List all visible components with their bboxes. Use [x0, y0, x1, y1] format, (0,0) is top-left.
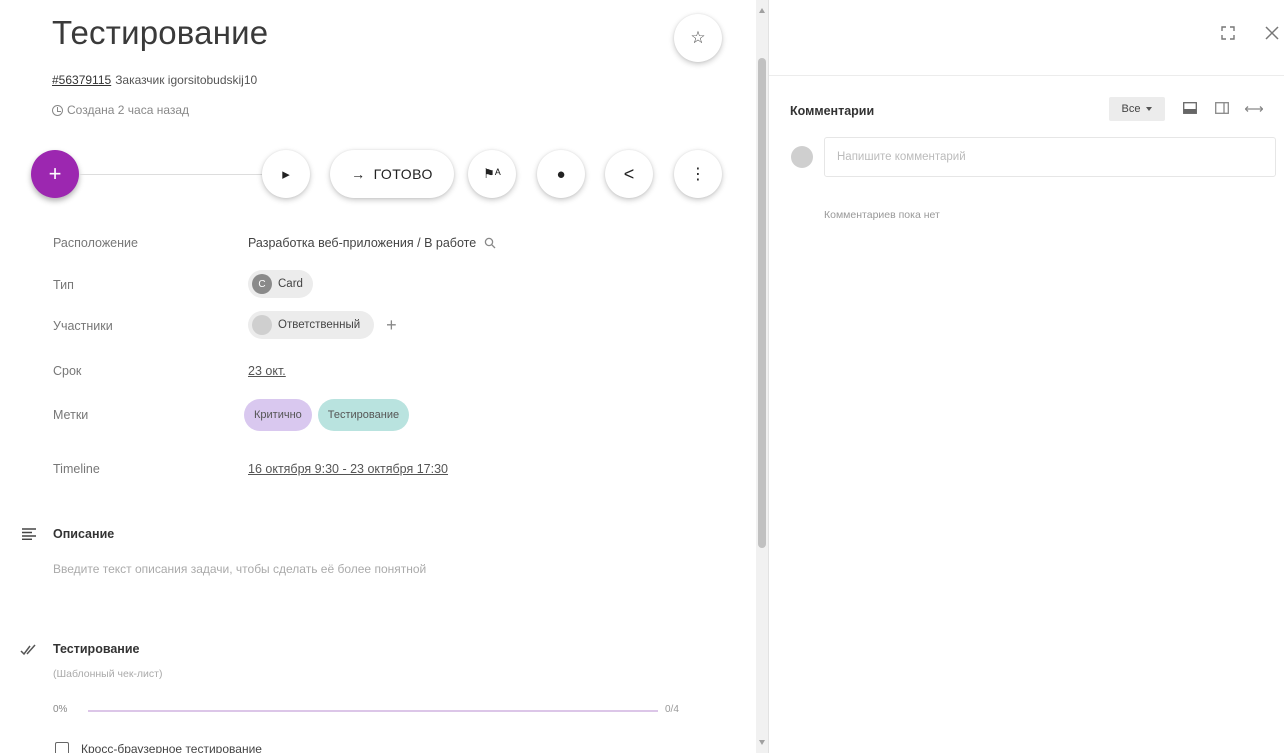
type-avatar: C [252, 274, 272, 294]
description-input[interactable]: Введите текст описания задачи, чтобы сде… [53, 562, 426, 576]
timeline-value[interactable]: 16 октября 9:30 - 23 октября 17:30 [248, 462, 448, 476]
members-label: Участники [53, 319, 113, 333]
collapse-panel-icon[interactable] [1245, 106, 1263, 112]
location-field[interactable]: Разработка веб-приложения / В работе [248, 236, 496, 250]
location-value: Разработка веб-приложения / В работе [248, 236, 477, 250]
close-icon[interactable] [1265, 26, 1279, 40]
tags-label: Метки [53, 408, 89, 422]
type-chip[interactable]: C Card [248, 270, 313, 298]
info-icon: ● [556, 165, 566, 183]
no-comments-text: Комментариев пока нет [824, 209, 940, 221]
side-panel-icon[interactable] [1215, 102, 1229, 114]
type-label: Тип [53, 278, 74, 292]
add-member-icon[interactable]: + [386, 315, 397, 336]
scroll-up-icon[interactable] [759, 8, 765, 13]
tag-testing[interactable]: Тестирование [317, 399, 410, 431]
due-label: Срок [53, 364, 82, 378]
info-button[interactable]: ● [537, 150, 585, 198]
filter-value: Все [1121, 103, 1141, 115]
tags-field: Критично Тестирование [244, 399, 410, 431]
task-panel: Тестирование #56379115 Заказчик igorsitob… [0, 0, 756, 753]
panel-header [769, 0, 1284, 76]
double-check-icon [20, 644, 36, 656]
done-label: ГОТОВО [373, 166, 433, 182]
checkbox[interactable] [55, 742, 69, 753]
scroll-thumb[interactable] [758, 58, 766, 548]
share-button[interactable]: < [605, 150, 653, 198]
move-to-done-button[interactable]: → ГОТОВО [330, 150, 454, 198]
checklist-item[interactable]: Кросс-браузерное тестирование [55, 742, 262, 753]
avatar [252, 315, 272, 335]
type-field[interactable]: C Card [248, 270, 313, 298]
checklist-title[interactable]: Тестирование [53, 642, 140, 656]
scrollbar[interactable] [756, 0, 768, 753]
scroll-down-icon[interactable] [759, 740, 765, 745]
toolbar-divider [79, 174, 264, 175]
task-customer: Заказчик igorsitobudskij10 [115, 73, 258, 87]
share-icon: < [623, 163, 635, 184]
created-text: Создана 2 часа назад [67, 103, 190, 117]
add-button[interactable]: + [31, 150, 79, 198]
checklist-subtitle: (Шаблонный чек-лист) [53, 668, 163, 680]
due-date[interactable]: 23 окт. [248, 364, 286, 378]
task-meta: #56379115 Заказчик igorsitobudskij10 [52, 73, 257, 87]
checklist-progress-bar [88, 710, 658, 712]
tag-critical[interactable]: Критично [244, 399, 312, 431]
comments-title: Комментарии [790, 104, 875, 118]
arrow-right-icon: → [351, 166, 366, 182]
comment-input[interactable] [824, 137, 1276, 177]
comments-filter-dropdown[interactable]: Все [1109, 97, 1165, 121]
start-timer-button[interactable]: ▸ [262, 150, 310, 198]
member-chip[interactable]: Ответственный [248, 311, 375, 339]
location-label: Расположение [53, 236, 138, 250]
task-number-link[interactable]: #56379115 [52, 73, 111, 87]
task-title[interactable]: Тестирование [52, 14, 268, 52]
members-field: Ответственный + [248, 311, 397, 339]
flag-button[interactable]: ⚑ᴬ [468, 150, 516, 198]
clock-icon [52, 104, 63, 116]
type-value: Card [278, 278, 303, 290]
bottom-panel-icon[interactable] [1183, 102, 1197, 114]
more-button[interactable]: ⋮ [674, 150, 722, 198]
created-info: Создана 2 часа назад [52, 103, 189, 117]
checklist-percent: 0% [53, 704, 68, 715]
member-value: Ответственный [278, 319, 361, 331]
search-icon[interactable] [484, 237, 496, 249]
timeline-label: Timeline [53, 462, 100, 476]
favorite-button[interactable]: ☆ [674, 14, 722, 62]
checklist-count: 0/4 [665, 704, 679, 715]
flag-icon: ⚑ᴬ [483, 166, 501, 181]
checklist-item-label: Кросс-браузерное тестирование [81, 742, 262, 753]
more-vert-icon: ⋮ [690, 166, 706, 183]
dropdown-arrow-icon [1146, 107, 1153, 111]
play-icon: ▸ [282, 166, 290, 183]
avatar [791, 146, 813, 168]
comments-panel: Комментарии Все Комментариев пока нет [768, 0, 1284, 753]
description-title: Описание [53, 527, 115, 541]
star-icon: ☆ [690, 28, 706, 47]
plus-icon: + [48, 161, 62, 186]
description-icon [22, 528, 36, 540]
fullscreen-icon[interactable] [1221, 26, 1235, 40]
